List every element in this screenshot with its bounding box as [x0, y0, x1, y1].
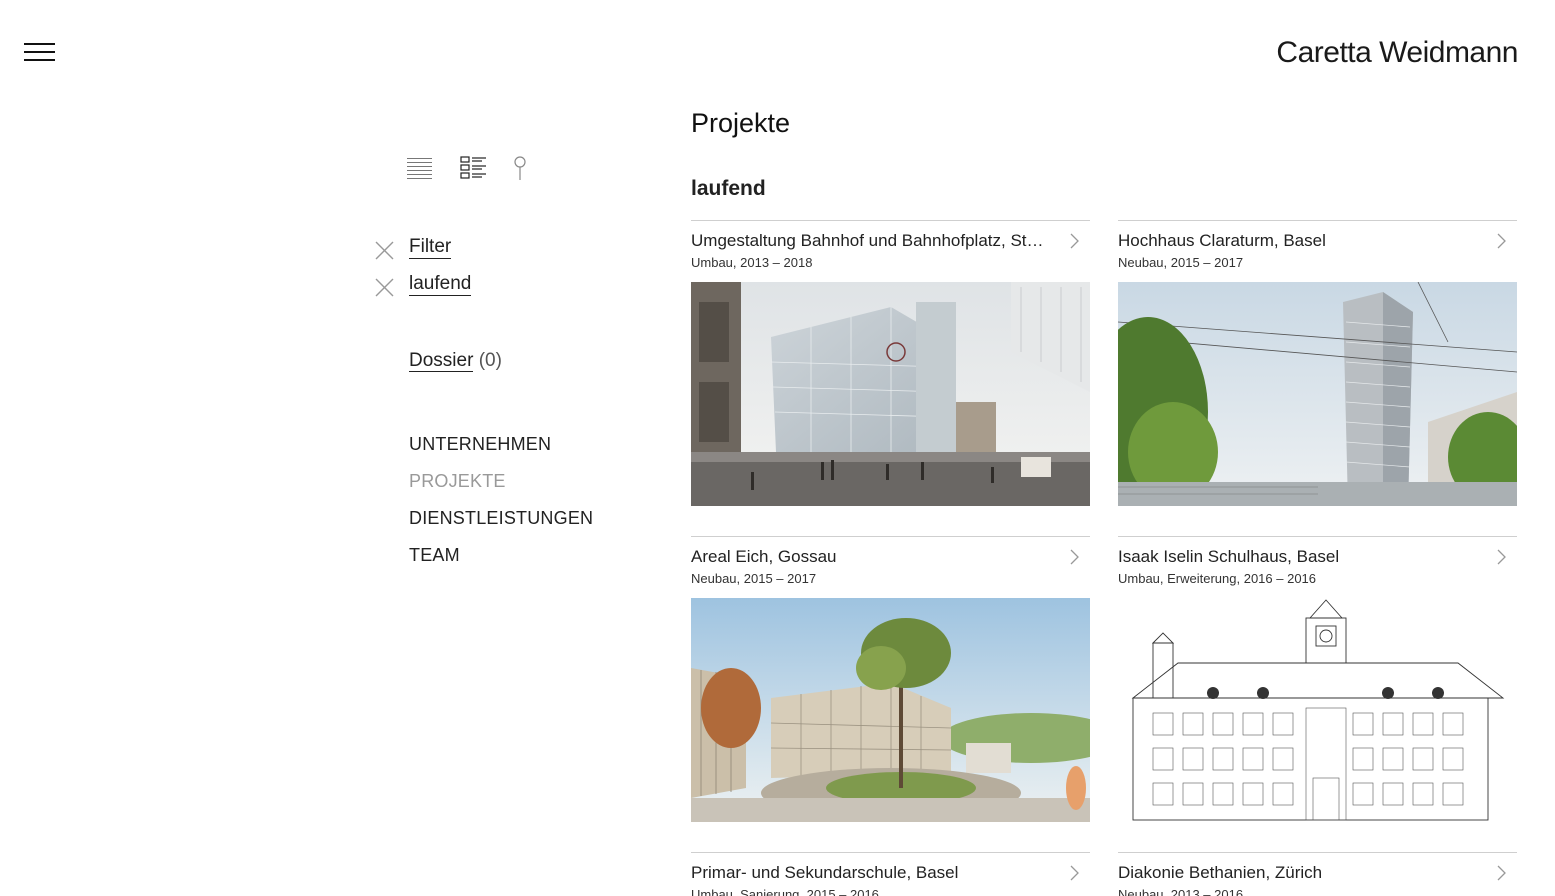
logo[interactable]: Caretta Weidmann — [1276, 36, 1518, 70]
dossier-link[interactable]: Dossier — [409, 350, 474, 372]
project-meta: Neubau, 2015 – 2017 — [1118, 255, 1244, 270]
filter-chip-filter: Filter — [374, 236, 574, 273]
project-card[interactable]: Isaak Iselin Schulhaus, Basel Umbau, Erw… — [1118, 536, 1517, 822]
project-title: Hochhaus Claraturm, Basel — [1118, 231, 1326, 250]
nav-item-projekte[interactable]: PROJEKTE — [409, 469, 593, 506]
project-card[interactable]: Areal Eich, Gossau Neubau, 2015 – 2017 — [691, 536, 1090, 822]
project-meta: Umbau, Sanierung, 2015 – 2016 — [691, 887, 879, 896]
chevron-right-icon — [1070, 549, 1079, 565]
project-title: Umgestaltung Bahnhof und Bahnhofplatz, S… — [691, 231, 1044, 250]
project-image — [691, 598, 1090, 822]
dossier: Dossier (0) — [409, 350, 502, 372]
nav-item-dienstleistungen[interactable]: DIENSTLEISTUNGEN — [409, 506, 593, 543]
project-card[interactable]: Diakonie Bethanien, Zürich Neubau, 2013 … — [1118, 852, 1517, 896]
main-nav: UNTERNEHMEN PROJEKTE DIENSTLEISTUNGEN TE… — [409, 432, 593, 580]
chevron-right-icon — [1497, 233, 1506, 249]
project-card[interactable]: Umgestaltung Bahnhof und Bahnhofplatz, S… — [691, 220, 1090, 506]
project-card[interactable]: Primar- und Sekundarschule, Basel Umbau,… — [691, 852, 1090, 896]
project-card[interactable]: Hochhaus Claraturm, Basel Neubau, 2015 –… — [1118, 220, 1517, 506]
chevron-right-icon — [1497, 549, 1506, 565]
filter-chip-laufend: laufend — [374, 273, 574, 310]
project-meta: Neubau, 2013 – 2016 — [1118, 887, 1244, 896]
project-meta: Umbau, Erweiterung, 2016 – 2016 — [1118, 571, 1317, 586]
chevron-right-icon — [1070, 233, 1079, 249]
chevron-right-icon — [1070, 865, 1079, 881]
project-image — [691, 282, 1090, 506]
section-title: laufend — [691, 177, 766, 200]
project-meta: Umbau, 2013 – 2018 — [691, 255, 813, 270]
list-view-icon[interactable] — [406, 155, 434, 181]
nav-item-team[interactable]: TEAM — [409, 543, 593, 580]
filter-label[interactable]: laufend — [409, 273, 472, 296]
project-title: Areal Eich, Gossau — [691, 547, 837, 566]
chevron-right-icon — [1497, 865, 1506, 881]
project-meta: Neubau, 2015 – 2017 — [691, 571, 817, 586]
project-title: Primar- und Sekundarschule, Basel — [691, 863, 959, 882]
page-title: Projekte — [691, 108, 791, 138]
close-icon[interactable] — [374, 277, 395, 298]
hamburger-menu-icon[interactable] — [24, 43, 55, 62]
filter-label[interactable]: Filter — [409, 236, 452, 259]
project-image — [1118, 598, 1517, 822]
close-icon[interactable] — [374, 240, 395, 261]
nav-item-unternehmen[interactable]: UNTERNEHMEN — [409, 432, 593, 469]
grid-view-icon[interactable] — [460, 155, 488, 181]
project-title: Diakonie Bethanien, Zürich — [1118, 863, 1323, 882]
project-title: Isaak Iselin Schulhaus, Basel — [1118, 547, 1340, 566]
active-filters: Filter laufend — [374, 236, 574, 310]
dossier-count: (0) — [478, 350, 502, 371]
project-image — [1118, 282, 1517, 506]
map-pin-icon[interactable] — [508, 155, 536, 181]
